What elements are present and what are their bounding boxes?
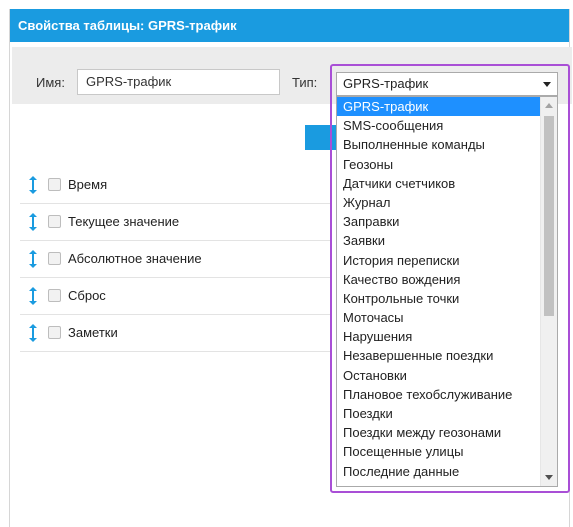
column-row[interactable]: Абсолютное значение <box>20 241 330 278</box>
column-label: Заметки <box>68 325 118 340</box>
column-checkbox[interactable] <box>48 178 61 191</box>
name-input[interactable]: GPRS-трафик <box>77 69 280 95</box>
drag-handle-icon[interactable] <box>29 176 37 194</box>
type-option[interactable]: История переписки <box>337 251 540 270</box>
column-label: Абсолютное значение <box>68 251 202 266</box>
column-label: Время <box>68 177 108 192</box>
type-option[interactable]: Последние данные <box>337 462 540 481</box>
type-option[interactable]: Нарушения <box>337 327 540 346</box>
scroll-thumb[interactable] <box>544 116 554 316</box>
column-row[interactable]: Сброс <box>20 278 330 315</box>
type-option[interactable]: Плановое техобслуживание <box>337 385 540 404</box>
column-label: Текущее значение <box>68 214 180 229</box>
type-option[interactable]: Незавершенные поездки <box>337 346 540 365</box>
column-checkbox[interactable] <box>48 252 61 265</box>
type-option[interactable]: Журнал <box>337 193 540 212</box>
dialog-title: Свойства таблицы: GPRS-трафик <box>10 9 569 42</box>
type-select[interactable]: GPRS-трафик <box>336 72 558 96</box>
type-option[interactable]: Посещенные улицы <box>337 442 540 461</box>
drag-handle-icon[interactable] <box>29 324 37 342</box>
chevron-down-icon <box>543 82 551 87</box>
drag-handle-icon[interactable] <box>29 213 37 231</box>
scroll-up-arrow-icon[interactable] <box>541 97 557 114</box>
name-label: Имя: <box>36 75 65 90</box>
type-label: Тип: <box>292 75 318 90</box>
type-option[interactable]: Заявки <box>337 231 540 250</box>
type-option[interactable]: Геозоны <box>337 155 540 174</box>
type-option[interactable]: Поездки между геозонами <box>337 423 540 442</box>
type-option[interactable]: Заправки <box>337 212 540 231</box>
type-option[interactable]: GPRS-трафик <box>337 97 540 117</box>
column-checkbox[interactable] <box>48 326 61 339</box>
column-row[interactable]: Текущее значение <box>20 204 330 241</box>
drag-handle-icon[interactable] <box>29 287 37 305</box>
drag-handle-icon[interactable] <box>29 250 37 268</box>
dropdown-scrollbar[interactable] <box>540 97 557 486</box>
type-option[interactable]: Остановки <box>337 366 540 385</box>
type-option[interactable]: Датчики счетчиков <box>337 174 540 193</box>
column-label: Сброс <box>68 288 106 303</box>
type-option[interactable]: Качество вождения <box>337 270 540 289</box>
scroll-down-arrow-icon[interactable] <box>541 469 557 486</box>
type-dropdown-list[interactable]: GPRS-трафик SMS-сообщения Выполненные кома… <box>336 96 558 487</box>
type-select-value: GPRS-трафик <box>343 76 429 91</box>
type-option[interactable]: SMS-сообщения <box>337 116 540 135</box>
column-checkbox[interactable] <box>48 215 61 228</box>
column-row[interactable]: Заметки <box>20 315 330 352</box>
type-option[interactable]: Выполненные команды <box>337 135 540 154</box>
type-option[interactable]: Контрольные точки <box>337 289 540 308</box>
column-row[interactable]: Время <box>20 167 330 204</box>
type-option[interactable]: Поездки <box>337 404 540 423</box>
column-checkbox[interactable] <box>48 289 61 302</box>
type-option[interactable]: Моточасы <box>337 308 540 327</box>
